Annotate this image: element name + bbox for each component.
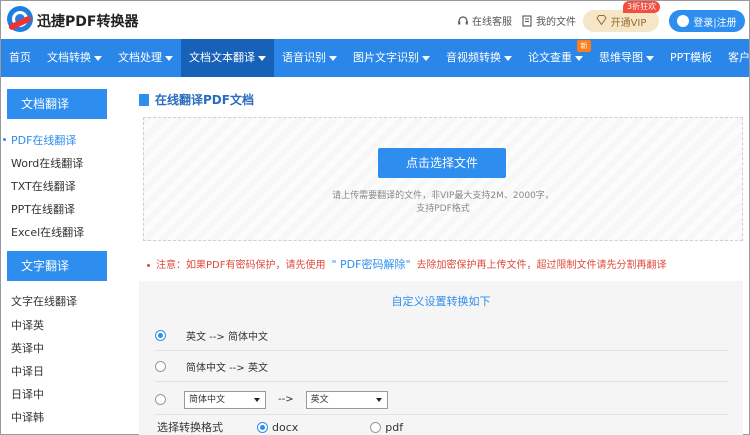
target-language-select[interactable]: 英文: [305, 390, 388, 409]
sidebar-item-en-zh[interactable]: 英译中: [11, 340, 44, 356]
main-nav: 首页 文档转换 文档处理 文档文本翻译 语音识别 图片文字识别 音视频转换 论文查重新思维导图…: [1, 39, 750, 77]
format-pdf-label: pdf: [385, 420, 404, 434]
diamond-icon: [595, 14, 607, 28]
nav-item-3[interactable]: 文档文本翻译: [181, 39, 274, 77]
radio-zh-to-en[interactable]: [155, 361, 166, 372]
customer-service-link[interactable]: 在线客服: [457, 13, 512, 28]
direction-arrow: -->: [278, 394, 294, 405]
caret-down-icon: [575, 55, 583, 61]
vip-label: 开通VIP: [610, 17, 647, 29]
radio-docx[interactable]: [257, 421, 268, 433]
my-files-label: 我的文件: [536, 17, 576, 28]
headset-icon: [457, 15, 469, 27]
sidebar-item-pdf-translate[interactable]: PDF在线翻译: [2, 132, 76, 148]
vip-button[interactable]: 开通VIP: [583, 10, 659, 32]
settings-panel: 自定义设置转换如下 英文 --> 简体中文 简体中文 --> 英文 简体中文 -…: [139, 281, 743, 435]
sidebar-item-zh-ja[interactable]: 中译日: [11, 363, 44, 379]
source-language-select[interactable]: 简体中文: [184, 390, 266, 409]
page-title-text: 在线翻译PDF文档: [155, 93, 254, 107]
option-en-to-zh[interactable]: 英文 --> 简体中文: [155, 321, 729, 351]
caret-down-icon: [258, 55, 266, 61]
format-docx-option[interactable]: docx: [257, 421, 298, 434]
format-pdf-option[interactable]: pdf: [370, 421, 403, 434]
option-zh-to-en-label: 简体中文 --> 英文: [186, 363, 268, 374]
sidebar-item-ppt-translate[interactable]: PPT在线翻译: [11, 201, 75, 217]
vip-promo-badge: 3折狂欢: [623, 1, 661, 13]
pdf-unlock-link[interactable]: " PDF密码解除": [331, 258, 410, 271]
caret-down-icon: [165, 55, 173, 61]
my-files-link[interactable]: 我的文件: [521, 13, 576, 28]
sidebar-section-text-translate: 文字翻译: [7, 251, 107, 281]
bullet-icon: [147, 263, 150, 267]
sidebar-item-txt-translate[interactable]: TXT在线翻译: [11, 178, 76, 194]
select-file-button[interactable]: 点击选择文件: [378, 148, 506, 178]
page-title: 在线翻译PDF文档: [139, 91, 254, 108]
nav-item-label: 文档处理: [118, 51, 162, 64]
caret-down-icon: [94, 55, 102, 61]
document-icon: [139, 93, 149, 106]
nav-item-7[interactable]: 论文查重新: [520, 39, 591, 77]
customer-service-label: 在线客服: [472, 17, 512, 28]
nav-item-label: 文档文本翻译: [189, 51, 255, 64]
nav-item-9[interactable]: PPT模板: [662, 39, 720, 77]
nav-item-label: 论文查重: [528, 51, 572, 64]
upload-hint-line2: 支持PDF格式: [416, 204, 470, 214]
caret-down-icon: [504, 55, 512, 61]
nav-item-label: 文档转换: [47, 51, 91, 64]
radio-pdf[interactable]: [370, 421, 382, 433]
radio-en-to-zh[interactable]: [155, 330, 166, 341]
nav-item-10[interactable]: 客户端: [720, 39, 750, 77]
nav-item-1[interactable]: 文档转换: [39, 39, 110, 77]
sidebar-item-excel-translate[interactable]: Excel在线翻译: [11, 224, 84, 240]
notice-prefix: 注意：如果PDF有密码保护，请先使用: [156, 260, 326, 271]
top-header: 迅捷PDF转换器 在线客服 我的文件 开通VIP 3折狂欢 登录|注册: [1, 1, 749, 39]
nav-item-label: 音视频转换: [446, 51, 501, 64]
format-label: 选择转换格式: [157, 421, 223, 434]
format-row: 选择转换格式 docx pdf: [157, 419, 403, 435]
nav-item-label: 思维导图: [599, 51, 643, 64]
nav-item-label: 客户端: [728, 51, 750, 64]
settings-title: 自定义设置转换如下: [391, 295, 491, 308]
sidebar-section-doc-translate: 文档翻译: [7, 89, 107, 119]
login-register-button[interactable]: 登录|注册: [669, 10, 745, 32]
upload-hint-line1: 请上传需要翻译的文件，非VIP最大支持2M、2000字，: [332, 191, 554, 201]
nav-item-label: PPT模板: [670, 51, 712, 64]
sidebar: 文档翻译 PDF在线翻译 Word在线翻译 TXT在线翻译 PPT在线翻译 Ex…: [1, 77, 115, 434]
sidebar-item-text-translate[interactable]: 文字在线翻译: [11, 293, 77, 309]
logo-icon[interactable]: [7, 6, 33, 32]
caret-down-icon: [422, 55, 430, 61]
sidebar-item-zh-en[interactable]: 中译英: [11, 317, 44, 333]
option-custom-langs[interactable]: 简体中文 --> 英文: [155, 385, 729, 415]
sidebar-item-word-translate[interactable]: Word在线翻译: [11, 155, 83, 171]
password-notice: 注意：如果PDF有密码保护，请先使用 " PDF密码解除" 去除加密保护再上传文件，…: [147, 256, 667, 272]
caret-down-icon: [646, 55, 654, 61]
nav-item-2[interactable]: 文档处理: [110, 39, 181, 77]
option-en-to-zh-label: 英文 --> 简体中文: [186, 332, 268, 343]
upload-dropzone[interactable]: 点击选择文件 请上传需要翻译的文件，非VIP最大支持2M、2000字， 支持PD…: [143, 117, 743, 241]
nav-item-0[interactable]: 首页: [1, 39, 39, 77]
nav-item-4[interactable]: 语音识别: [274, 39, 345, 77]
login-label: 登录|注册: [693, 17, 737, 29]
file-icon: [521, 14, 533, 27]
radio-custom-langs[interactable]: [155, 394, 166, 405]
notice-suffix: 去除加密保护再上传文件，超过限制文件请先分割再翻译: [416, 260, 667, 271]
nav-item-label: 首页: [9, 51, 31, 64]
option-zh-to-en[interactable]: 简体中文 --> 英文: [155, 352, 729, 382]
new-badge: 新: [577, 40, 591, 52]
format-docx-label: docx: [272, 420, 299, 434]
nav-item-label: 语音识别: [282, 51, 326, 64]
nav-item-5[interactable]: 图片文字识别: [345, 39, 438, 77]
caret-down-icon: [329, 55, 337, 61]
nav-item-label: 图片文字识别: [353, 51, 419, 64]
sidebar-item-zh-ko[interactable]: 中译韩: [11, 409, 44, 425]
nav-item-6[interactable]: 音视频转换: [438, 39, 520, 77]
sidebar-item-ja-zh[interactable]: 日译中: [11, 386, 44, 402]
brand-name[interactable]: 迅捷PDF转换器: [37, 11, 138, 31]
nav-item-8[interactable]: 思维导图: [591, 39, 662, 77]
user-icon: [677, 15, 690, 27]
